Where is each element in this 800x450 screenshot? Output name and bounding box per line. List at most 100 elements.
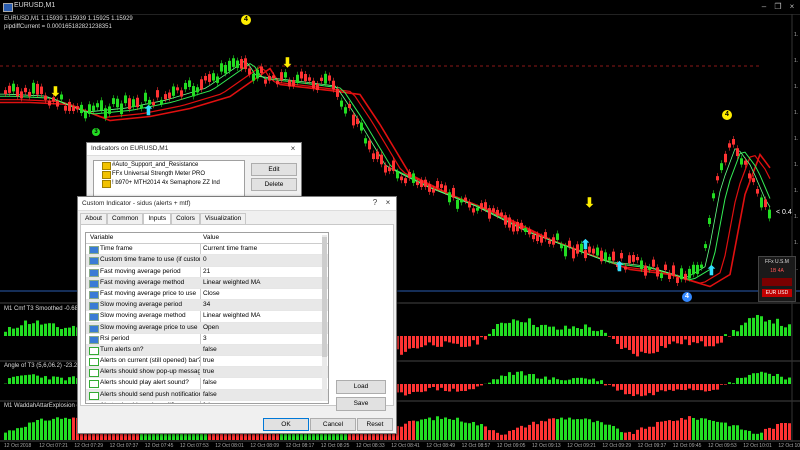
time-axis-label: 12 Oct 07:37 [109,443,139,449]
tab-about[interactable]: About [80,213,107,224]
buy-arrow-icon: ⬆ [614,259,625,274]
param-value[interactable]: 21 [203,267,328,277]
param-value[interactable]: 3 [203,334,328,344]
param-value[interactable]: Current time frame [203,244,328,254]
time-axis-label: 12 Oct 08:01 [215,443,244,449]
numeric-param-icon [89,279,99,288]
svg-text:1.: 1. [794,162,798,168]
param-value[interactable]: Open [203,323,328,333]
param-value[interactable]: Linear weighted MA [203,278,328,288]
buy-arrow-icon: ⬆ [706,263,717,278]
indicators-dialog[interactable]: Indicators on EURUSD,M1 × #Auto_Support_… [86,142,302,202]
param-value[interactable]: true [203,367,328,377]
svg-text:1.: 1. [794,84,798,90]
cancel-button[interactable]: Cancel [310,418,356,431]
time-axis-label: 12 Oct 09:45 [672,443,702,449]
svg-text:1.: 1. [794,32,798,38]
numeric-param-icon [89,335,99,344]
param-value[interactable]: true [203,356,328,366]
list-item[interactable]: ! b970+ MTH2014 4x Semaphore ZZ Ind [94,179,244,188]
tab-visualization[interactable]: Visualization [199,213,247,224]
chart-window-titlebar[interactable]: EURUSD,M1 – ❐ × [0,0,800,15]
scrollbar-thumb[interactable] [322,237,327,357]
close-window-button[interactable]: × [786,2,798,11]
close-icon[interactable]: × [288,144,298,154]
time-axis-label: 12 Oct 08:25 [320,443,350,449]
param-name: Alerts should send email? [100,401,200,403]
svg-text:1.: 1. [794,188,798,194]
table-row[interactable]: Fast moving average price to use Close [86,289,328,301]
table-row[interactable]: Alerts should send email?false [86,401,328,403]
param-value[interactable]: Linear weighted MA [203,311,328,321]
table-row[interactable]: Time frame Current time frame [86,244,328,256]
list-item[interactable]: FFx Universal Strength Meter PRO [94,170,244,179]
semaphore-4-bottom: 4 [682,292,692,302]
grid-scrollbar[interactable] [322,235,327,401]
table-row[interactable]: Alerts on current (still opened) bar? tru… [86,356,328,368]
inputs-grid[interactable]: Variable Value Time frame Current time fr… [85,232,329,404]
param-value[interactable]: false [203,401,328,403]
indicator-list[interactable]: #Auto_Support_and_Resistance FFx Univers… [93,160,245,200]
price-tag: < 0.4 [776,209,792,216]
time-axis-label: 12 Oct 07:21 [39,443,68,449]
table-row[interactable]: Slow moving average price to use Open [86,322,328,334]
param-name: Slow moving average period [100,301,183,309]
param-value[interactable]: Close [203,289,328,299]
chart-window-title: EURUSD,M1 [14,2,56,9]
table-row[interactable]: Rsi period 3 [86,334,328,345]
param-value[interactable]: 34 [203,300,328,310]
time-axis-label: 12 Oct 2018 [4,443,32,449]
semaphore-4-top: 4 [241,15,251,25]
save-button[interactable]: Save [336,397,386,411]
boolean-param-icon [89,380,99,389]
column-header-value[interactable]: Value [203,233,328,243]
param-value[interactable]: false [203,390,328,400]
table-row[interactable]: Custom time frame to use (if custom tim.… [86,255,328,267]
buy-arrow-icon: ⬆ [143,103,154,118]
semaphore-3: 3 [92,128,100,136]
delete-button[interactable]: Delete [251,178,297,191]
table-row[interactable]: Alerts should play alert sound? false [86,378,328,390]
table-row[interactable]: Slow moving average period 34 [86,300,328,312]
column-header-variable[interactable]: Variable [90,233,190,243]
ok-button[interactable]: OK [263,418,309,431]
table-row[interactable]: Fast moving average method Linear weighte… [86,277,328,289]
boolean-param-icon [89,358,99,367]
time-axis-label: 12 Oct 09:21 [567,443,596,449]
time-axis-label: 12 Oct 08:17 [285,443,315,449]
param-name: Fast moving average price to use [100,289,197,297]
table-row[interactable]: Alerts should show pop-up message? true [86,367,328,379]
time-axis-label: 12 Oct 09:13 [532,443,561,449]
table-row[interactable]: Turn alerts on? false [86,344,328,357]
tab-colors[interactable]: Colors [171,213,200,224]
indicator-icon [102,162,111,170]
help-icon[interactable]: ? [370,198,380,208]
edit-button[interactable]: Edit [251,163,297,176]
buy-arrow-icon: ⬆ [580,237,591,252]
table-row[interactable]: Alerts should send push notification? fal… [86,389,328,401]
close-icon[interactable]: × [383,198,393,208]
sell-arrow-icon: ⬇ [50,84,61,99]
boolean-param-icon [89,369,99,378]
reset-button[interactable]: Reset [357,418,393,431]
param-value[interactable]: false [203,378,328,388]
param-name: Rsi period [100,334,130,342]
param-name: Alerts should show pop-up message? [100,368,200,376]
param-name: Fast moving average period [100,267,181,275]
table-row[interactable]: Slow moving average method Linear weighte… [86,311,328,323]
param-value[interactable]: false [203,345,328,355]
numeric-param-icon [89,290,99,299]
load-button[interactable]: Load [336,380,386,394]
tab-common[interactable]: Common [107,213,144,224]
param-value[interactable]: 0 [203,255,328,265]
time-axis-label: 12 Oct 07:53 [180,443,209,449]
list-item[interactable]: #Auto_Support_and_Resistance [94,161,244,170]
custom-indicator-dialog[interactable]: Custom Indicator - sidus (alerts + mtf) … [77,196,397,434]
restore-button[interactable]: ❐ [772,2,784,11]
indicators-dialog-title: Indicators on EURUSD,M1 [87,143,301,156]
time-axis-label: 12 Oct 08:41 [391,443,420,449]
ffx-panel-status: EUR USD [762,289,792,297]
minimize-button[interactable]: – [758,2,770,11]
sell-arrow-icon: ⬇ [282,55,293,70]
table-row[interactable]: Fast moving average period 21 [86,267,328,278]
